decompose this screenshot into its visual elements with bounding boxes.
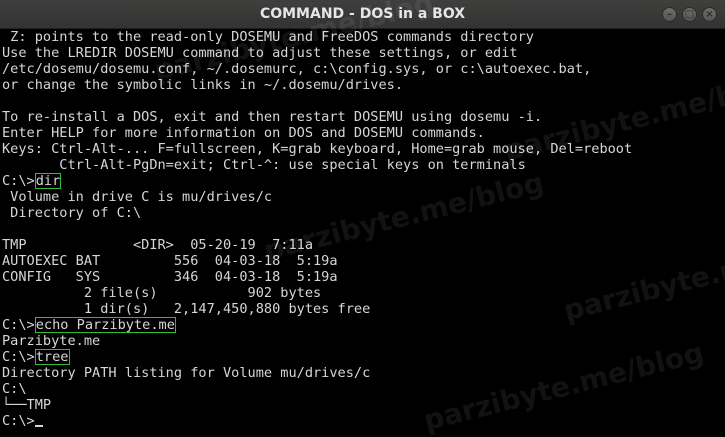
console-line: Z: points to the read-only DOSEMU and Fr… — [2, 29, 534, 45]
console-line: To re-install a DOS, exit and then resta… — [2, 109, 543, 125]
output-line: Parzibyte.me — [2, 333, 101, 349]
output-line: C:\ — [2, 381, 27, 397]
window-title: COMMAND - DOS in a BOX — [259, 6, 466, 22]
command-dir: dir — [34, 173, 62, 189]
title-bar[interactable]: COMMAND - DOS in a BOX – □ × — [0, 0, 725, 29]
command-echo: echo Parzibyte.me — [34, 317, 176, 333]
prompt: C:\> — [2, 173, 35, 189]
output-line: Directory PATH listing for Volume mu/dri… — [2, 365, 371, 381]
maximize-button[interactable]: □ — [682, 7, 697, 22]
console-line: Use the LREDIR DOSEMU command to adjust … — [2, 45, 518, 61]
minimize-button[interactable]: – — [662, 7, 677, 22]
console-line: Ctrl-Alt-PgDn=exit; Ctrl-^: use special … — [2, 157, 526, 173]
console-line: Enter HELP for more information on DOS a… — [2, 125, 485, 141]
console-line: or change the symbolic links in ~/.dosem… — [2, 77, 404, 93]
command-tree: tree — [34, 349, 70, 365]
text-cursor — [34, 425, 43, 427]
prompt-line: C:\>echo Parzibyte.me — [2, 317, 725, 333]
prompt: C:\> — [2, 413, 35, 428]
console-line: /etc/dosemu/dosemu.conf, ~/.dosemurc, c:… — [2, 61, 592, 77]
output-line: Volume in drive C is mu/drives/c — [2, 189, 273, 205]
prompt-line: C:\>dir — [2, 173, 725, 189]
output-line: 2 file(s) 902 bytes — [2, 285, 322, 301]
prompt: C:\> — [2, 317, 35, 333]
output-line: └──TMP — [2, 397, 52, 413]
output-line: TMP <DIR> 05-20-19 7:11a — [2, 237, 313, 253]
output-line: AUTOEXEC BAT 556 04-03-18 5:19a — [2, 253, 338, 269]
input-line[interactable]: C:\> — [2, 413, 725, 428]
terminal-screen[interactable]: Z: points to the read-only DOSEMU and Fr… — [2, 29, 725, 428]
prompt-line: C:\>tree — [2, 349, 725, 365]
console-line: Keys: Ctrl-Alt-... F=fullscreen, K=grab … — [2, 141, 633, 157]
output-line: 1 dir(s) 2,147,450,880 bytes free — [2, 301, 371, 317]
output-line: CONFIG SYS 346 04-03-18 5:19a — [2, 269, 338, 285]
dosemu-window: COMMAND - DOS in a BOX – □ × Z: points t… — [0, 0, 725, 437]
output-line: Directory of C:\ — [2, 205, 142, 221]
prompt: C:\> — [2, 349, 35, 365]
close-button[interactable]: × — [702, 7, 717, 22]
